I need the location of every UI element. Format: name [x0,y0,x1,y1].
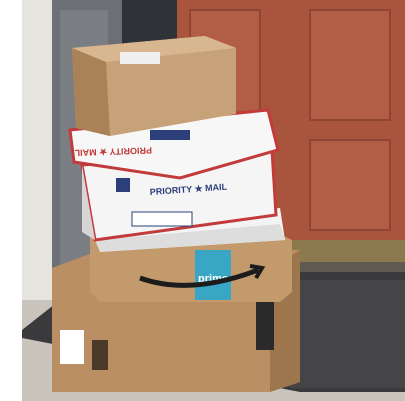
photo-package-stack: prime PRIORITY ★ MAIL PRIORITY ★ MAIL [0,0,405,401]
wall-siding [22,0,52,310]
